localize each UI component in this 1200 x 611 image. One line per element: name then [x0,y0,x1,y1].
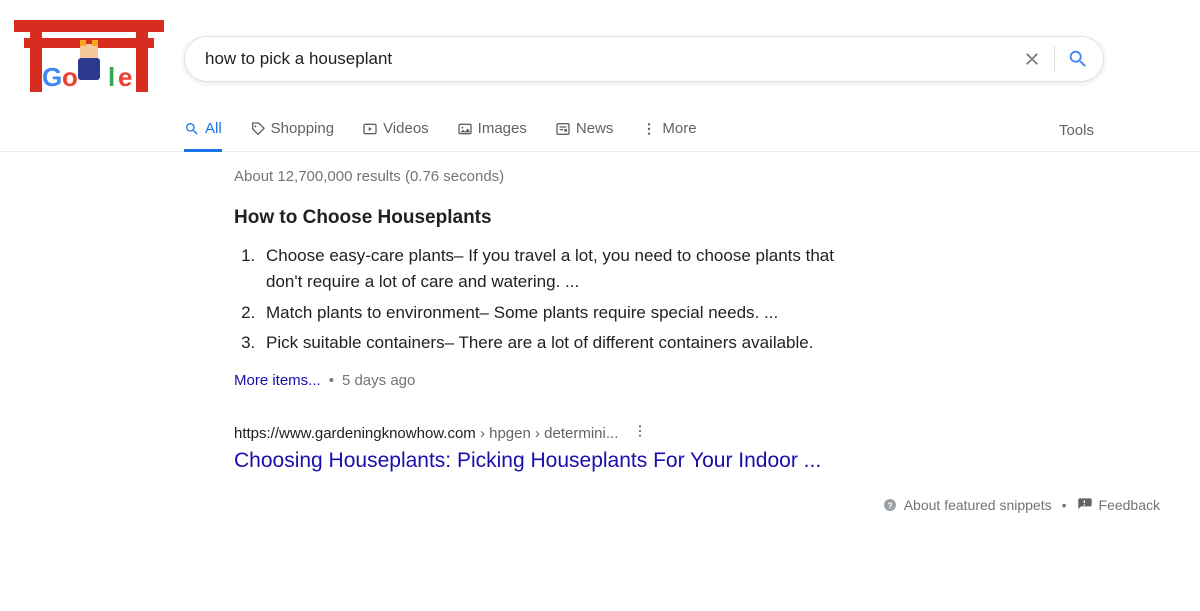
tab-label: All [205,120,222,137]
separator-dot: • [329,372,334,389]
image-icon [457,121,473,137]
footer-label: Feedback [1099,497,1160,513]
tab-shopping[interactable]: Shopping [250,120,334,152]
feedback-link[interactable]: Feedback [1077,497,1160,513]
svg-text:?: ? [887,501,892,511]
cite-domain: https://www.gardeningknowhow.com [234,425,476,442]
tab-videos[interactable]: Videos [362,120,429,152]
tag-icon [250,121,266,137]
play-icon [362,121,378,137]
google-doodle-logo[interactable]: Gole [14,20,184,98]
about-featured-snippets-link[interactable]: ? About featured snippets [882,497,1052,513]
featured-snippet-list: Choose easy-care plants– If you travel a… [234,243,864,356]
list-item: Match plants to environment– Some plants… [260,300,864,326]
search-icon [184,121,200,137]
separator-dot: • [1062,497,1067,513]
list-item: Pick suitable containers– There are a lo… [260,330,864,356]
search-box[interactable] [184,36,1104,82]
tab-more[interactable]: More [641,120,696,152]
clear-icon[interactable] [1022,49,1042,69]
tab-all[interactable]: All [184,120,222,152]
search-input[interactable] [205,49,1022,69]
tools-button[interactable]: Tools [1059,122,1104,151]
tab-label: News [576,120,614,137]
cite-path: › hpgen › determini... [476,425,619,442]
divider [1054,46,1055,72]
snippet-age: 5 days ago [342,372,415,389]
footer-label: About featured snippets [904,497,1052,513]
help-icon: ? [882,497,898,513]
tab-label: More [662,120,696,137]
result-cite[interactable]: https://www.gardeningknowhow.com › hpgen… [234,425,618,442]
result-menu-icon[interactable] [632,423,648,443]
tab-label: Images [478,120,527,137]
more-items-link[interactable]: More items... [234,372,321,389]
tab-images[interactable]: Images [457,120,527,152]
more-vertical-icon [641,121,657,137]
tab-news[interactable]: News [555,120,614,152]
tab-label: Videos [383,120,429,137]
list-item: Choose easy-care plants– If you travel a… [260,243,864,296]
result-title-link[interactable]: Choosing Houseplants: Picking Houseplant… [234,449,864,473]
feedback-icon [1077,497,1093,513]
featured-snippet-heading: How to Choose Houseplants [234,207,864,229]
tab-label: Shopping [271,120,334,137]
news-icon [555,121,571,137]
result-stats: About 12,700,000 results (0.76 seconds) [234,168,864,185]
search-icon[interactable] [1067,48,1089,70]
